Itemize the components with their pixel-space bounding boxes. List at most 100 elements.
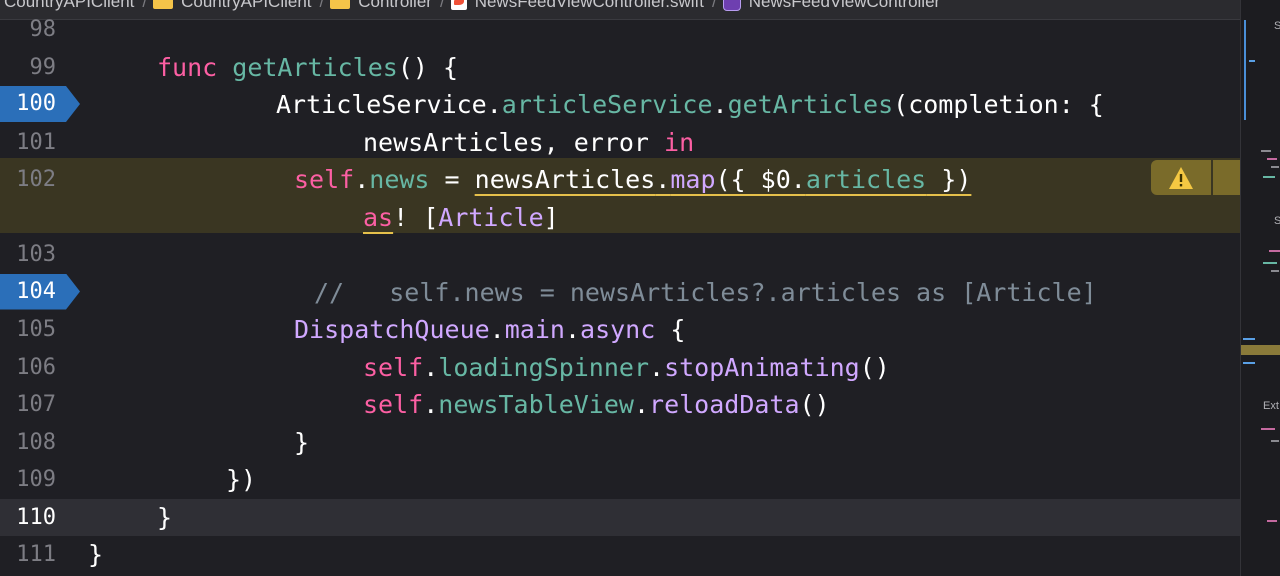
line-number: 101	[16, 129, 56, 155]
breakpoint-marker[interactable]: 104	[0, 273, 80, 310]
code-text: DispatchQueue.main.async {	[294, 311, 685, 348]
code-token: articles	[805, 165, 927, 194]
minimap-label: S	[1274, 215, 1280, 227]
code-token: getArticles	[232, 52, 398, 82]
line-number: 105	[16, 317, 56, 342]
breakpoint-marker[interactable]: 100	[0, 86, 80, 122]
warning-badge[interactable]	[1151, 160, 1211, 195]
line-number: 99	[29, 54, 57, 80]
code-token: ! [	[393, 202, 439, 232]
code-line[interactable]: 110}	[0, 498, 1240, 536]
code-token: .	[655, 165, 671, 194]
code-token: ()	[859, 352, 890, 382]
code-text: }	[294, 424, 309, 461]
code-token: map	[670, 165, 716, 194]
code-line[interactable]: 98	[0, 11, 1240, 48]
minimap-line	[1267, 158, 1277, 160]
minimap-line	[1243, 362, 1255, 364]
code-token: .	[423, 390, 439, 419]
code-token: newsTableView	[438, 390, 634, 419]
line-number: 98	[29, 17, 57, 42]
code-line[interactable]: 103	[0, 236, 1240, 273]
line-number: 108	[16, 429, 56, 455]
warning-icon	[1169, 166, 1193, 189]
line-number: 106	[16, 354, 56, 380]
code-line[interactable]: 105 DispatchQueue.main.async {	[0, 311, 1240, 348]
code-text: })	[226, 461, 256, 498]
code-line[interactable]: 111}	[0, 536, 1240, 573]
minimap-viewport[interactable]	[1241, 345, 1280, 355]
code-line[interactable]: 99 func getArticles() {	[0, 49, 1240, 86]
minimap-line	[1249, 60, 1255, 62]
code-token: .	[712, 90, 728, 119]
code-token: newsArticles	[474, 165, 656, 194]
code-token: loadingSpinner	[438, 352, 649, 382]
code-line[interactable]: 109})	[0, 461, 1240, 498]
code-token: .	[564, 315, 581, 344]
code-token: ()	[799, 390, 830, 419]
code-token: as	[363, 202, 394, 232]
code-editor[interactable]: 98 99 func getArticles() {100 ArticleServic…	[0, 0, 1240, 576]
minimap-line	[1243, 338, 1255, 340]
line-number: 107	[16, 392, 56, 417]
code-token: }	[157, 502, 173, 532]
code-line[interactable]: 100 ArticleService.articleService.getArti…	[0, 86, 1240, 123]
line-number: 102	[16, 167, 56, 192]
minimap-label: S	[1274, 20, 1280, 32]
minimap[interactable]: S S Ext	[1240, 0, 1280, 576]
code-token: self	[363, 390, 424, 419]
code-line[interactable]: as! [Article]	[0, 199, 1240, 236]
code-token: func	[157, 52, 233, 82]
code-token: news	[369, 165, 430, 194]
minimap-line	[1269, 250, 1280, 252]
code-token: self	[363, 352, 424, 382]
minimap-line	[1263, 176, 1275, 178]
code-token: stopAnimating	[664, 352, 860, 382]
code-token: })	[226, 465, 257, 494]
minimap-line	[1271, 166, 1279, 168]
code-token: async	[580, 315, 656, 344]
code-text: // self.news = newsArticles?.articles as…	[314, 274, 1097, 311]
code-text: newsArticles, error in	[363, 124, 694, 161]
code-token: reloadData	[649, 390, 800, 419]
code-token: .	[423, 352, 439, 382]
code-text: }	[88, 536, 103, 573]
code-token: newsArticles, error	[363, 127, 665, 157]
code-text: func getArticles() {	[157, 49, 458, 86]
code-token: main	[504, 315, 565, 344]
code-token: ({ $0.	[715, 165, 806, 194]
code-line[interactable]: 104 // self.news = newsArticles?.articles…	[0, 273, 1240, 311]
code-text: ArticleService.articleService.getArticle…	[276, 86, 1104, 123]
warning-badge-extension	[1213, 160, 1240, 195]
code-line[interactable]: 102 self.news = newsArticles.map({ $0.art…	[0, 161, 1240, 198]
code-line[interactable]: 101 newsArticles, error in	[0, 124, 1240, 161]
minimap-label: Ext	[1263, 400, 1279, 412]
code-token: ArticleService.	[276, 90, 502, 119]
code-text: self.newsTableView.reloadData()	[363, 386, 830, 423]
line-number: 103	[16, 242, 56, 267]
code-line[interactable]: 106 self.loadingSpinner.stopAnimating()	[0, 349, 1240, 386]
code-token: DispatchQueue	[294, 315, 490, 344]
code-line[interactable]: 107 self.newsTableView.reloadData()	[0, 386, 1240, 423]
code-token: .	[649, 352, 665, 382]
code-token: .	[489, 315, 505, 344]
code-token: in	[664, 127, 695, 157]
minimap-line	[1261, 428, 1275, 430]
code-token: () {	[397, 52, 459, 82]
minimap-line	[1271, 440, 1279, 442]
line-number: 110	[16, 504, 56, 530]
minimap-line	[1267, 520, 1277, 522]
minimap-line	[1263, 262, 1277, 264]
minimap-line	[1271, 270, 1279, 272]
code-token: // self.news = newsArticles?.articles as…	[314, 277, 1097, 307]
code-token: =	[429, 165, 475, 194]
code-text: as! [Article]	[363, 199, 559, 236]
code-token: self	[294, 165, 355, 194]
code-token: (completion: {	[893, 90, 1104, 119]
code-token: })	[926, 165, 972, 194]
code-token: getArticles	[727, 90, 894, 119]
code-line[interactable]: 108}	[0, 424, 1240, 461]
code-token: .	[354, 165, 370, 194]
line-number: 109	[16, 467, 56, 492]
code-token: }	[294, 427, 310, 457]
